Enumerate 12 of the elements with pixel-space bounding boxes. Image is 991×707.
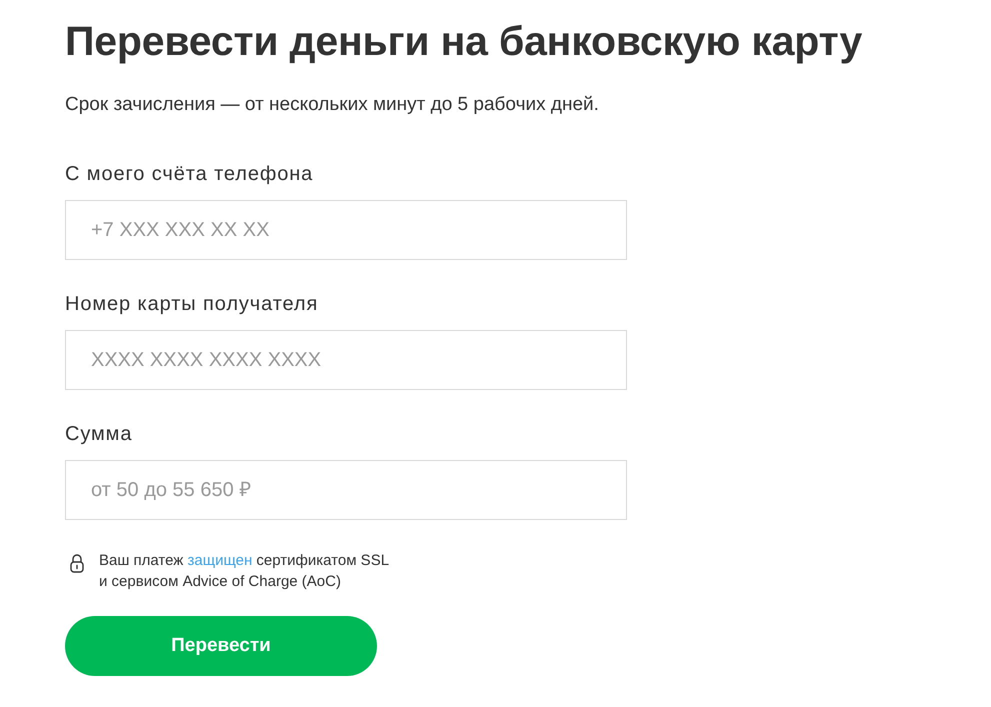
protected-link[interactable]: защищен [188, 552, 252, 569]
field-label: Номер карты получателя [65, 292, 318, 316]
input-field[interactable]: +7 XXX XXX XX XX [65, 200, 627, 260]
page-title: Перевести деньги на банковскую карту [65, 17, 864, 65]
security-note-text: Ваш платеж защищен сертификатом SSL и сервисом Advice of Charge (AoC) [99, 551, 390, 592]
lock-icon [70, 554, 84, 573]
subtitle-text: Срок зачисления — от нескольких минут до 5 рабочих дней. [65, 93, 600, 117]
input-field[interactable]: XXXX XXXX XXXX XXXX [65, 330, 627, 390]
transfer-button[interactable]: Перевести [65, 616, 377, 676]
field-label: Сумма [65, 422, 132, 446]
input-field[interactable]: от 50 до 55 650 ₽ [65, 460, 627, 520]
field-label: С моего счёта телефона [65, 162, 314, 186]
